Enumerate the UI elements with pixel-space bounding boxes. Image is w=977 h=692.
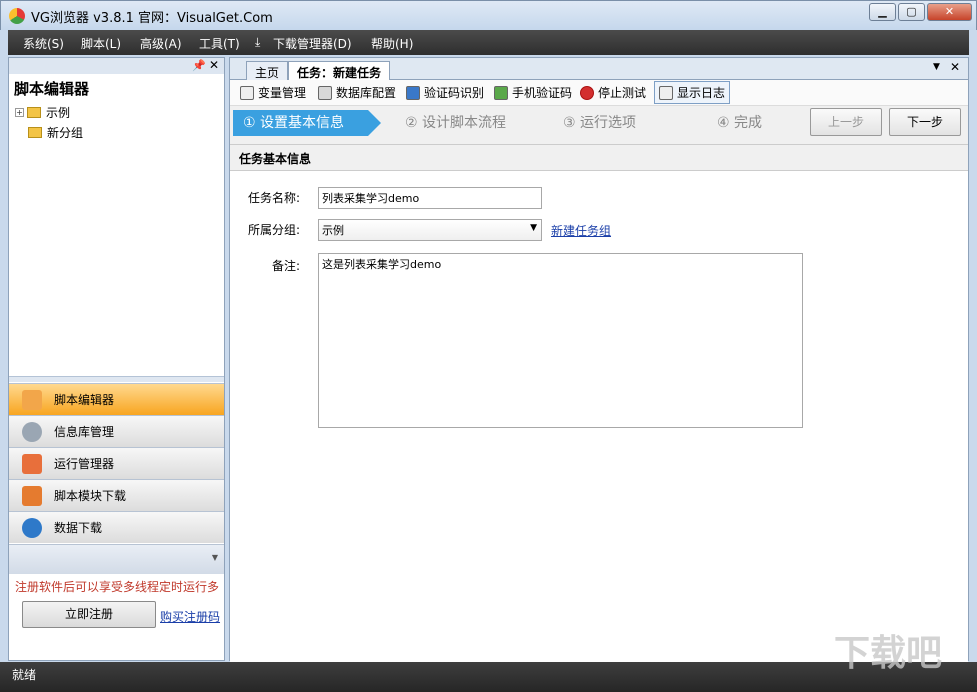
tree-item-label: 新分组 — [47, 125, 84, 140]
tab-new-task[interactable]: 任务：新建任务 — [288, 61, 391, 80]
show-log-button[interactable]: 显示日志 — [654, 81, 731, 104]
menu-bar: 系统(S) 脚本(L) 高级(A) 工具(T) ⤓ 下载管理器(D) 帮助(H) — [8, 30, 969, 55]
captcha-icon — [406, 85, 420, 100]
nav-overflow[interactable]: ▼ — [9, 544, 224, 574]
buy-code-link[interactable]: 购买注册码 — [160, 608, 220, 625]
nav-run-manager[interactable]: 运行管理器 — [9, 447, 224, 479]
database-config-icon — [318, 85, 332, 100]
tab-home[interactable]: 主页 — [246, 61, 289, 80]
task-toolbar: 变量管理 数据库配置 验证码识别 手机验证码 停止测试 显示日志 — [230, 80, 968, 106]
panel-title: 脚本编辑器 — [14, 80, 90, 98]
nav-info-db[interactable]: 信息库管理 — [9, 415, 224, 447]
expand-icon[interactable]: + — [15, 107, 24, 117]
database-icon — [22, 421, 42, 442]
toolbar-label: 数据库配置 — [336, 86, 397, 100]
chevron-down-icon: ▼ — [530, 223, 537, 233]
tab-strip: 主页 任务：新建任务 ▼ ✕ — [230, 58, 968, 80]
app-logo-icon — [9, 8, 25, 24]
status-bar: 就绪 — [0, 662, 977, 692]
title-bar: VG浏览器 v3.8.1 官网：VisualGet.Com ▁ ▢ ✕ — [0, 0, 977, 30]
calendar-icon — [22, 453, 42, 474]
close-tab-icon[interactable]: ✕ — [950, 60, 960, 74]
tree-item-new-group[interactable]: 新分组 — [15, 122, 220, 142]
panel-header: 📌 ✕ — [9, 58, 224, 74]
toolbar-label: 变量管理 — [258, 86, 307, 100]
folder-icon — [28, 126, 42, 138]
new-group-link[interactable]: 新建任务组 — [551, 222, 611, 239]
step-arrow — [368, 110, 381, 136]
nav-label: 脚本模块下载 — [54, 489, 127, 503]
menu-advanced[interactable]: 高级(A) — [140, 35, 182, 52]
close-window-button[interactable]: ✕ — [927, 3, 972, 21]
stop-test-button[interactable]: 停止测试 — [580, 84, 646, 101]
nav-label: 脚本编辑器 — [54, 393, 115, 407]
toolbar-label: 手机验证码 — [512, 86, 573, 100]
toolbar-label: 验证码识别 — [424, 86, 485, 100]
module-icon — [22, 485, 42, 506]
folder-icon — [27, 106, 41, 118]
db-config-button[interactable]: 数据库配置 — [318, 84, 396, 101]
step-run-options: ③ 运行选项 — [553, 110, 673, 136]
toolbar-label: 显示日志 — [677, 86, 726, 100]
captcha-recognize-button[interactable]: 验证码识别 — [406, 84, 484, 101]
nav-module-download[interactable]: 脚本模块下载 — [9, 479, 224, 511]
status-text: 就绪 — [12, 668, 37, 682]
step-design-flow: ② 设计脚本流程 — [395, 110, 533, 136]
group-select-value: 示例 — [322, 224, 344, 237]
nav-label: 信息库管理 — [54, 425, 115, 439]
next-step-button[interactable]: 下一步 — [889, 108, 961, 136]
main-panel: 主页 任务：新建任务 ▼ ✕ 变量管理 数据库配置 验证码识别 手机验证码 停止… — [229, 57, 969, 662]
step-finish: ④ 完成 — [707, 110, 777, 136]
script-editor-icon — [22, 389, 42, 410]
menu-system[interactable]: 系统(S) — [23, 35, 64, 52]
menu-script[interactable]: 脚本(L) — [81, 35, 121, 52]
stop-icon — [580, 85, 594, 100]
tree-item-label: 示例 — [46, 105, 71, 120]
window-title: VG浏览器 v3.8.1 官网：VisualGet.Com — [31, 11, 273, 26]
panel-splitter[interactable] — [9, 376, 224, 382]
nav-data-download[interactable]: 数据下载 — [9, 511, 224, 543]
note-textarea[interactable]: 这是列表采集学习demo — [318, 253, 803, 428]
variable-icon — [240, 85, 254, 100]
group-select[interactable]: 示例 ▼ — [318, 219, 542, 241]
group-label: 所属分组: — [248, 223, 301, 237]
step-basic-info: ① 设置基本信息 — [233, 110, 368, 136]
nav-script-editor[interactable]: 脚本编辑器 — [9, 383, 224, 415]
minimize-button[interactable]: ▁ — [869, 3, 896, 21]
phone-icon — [494, 85, 508, 100]
mobile-code-button[interactable]: 手机验证码 — [494, 84, 572, 101]
menu-download-manager[interactable]: 下载管理器(D) — [273, 35, 352, 52]
task-name-label: 任务名称: — [248, 191, 301, 205]
variable-manage-button[interactable]: 变量管理 — [240, 84, 306, 101]
download-icon — [22, 517, 42, 538]
form-header: 任务基本信息 — [230, 145, 968, 171]
tab-list-chevron-icon[interactable]: ▼ — [933, 62, 940, 72]
chevron-down-icon: ▼ — [211, 553, 218, 562]
download-arrow-icon: ⤓ — [255, 35, 261, 49]
menu-help[interactable]: 帮助(H) — [371, 35, 413, 52]
register-tip: 注册软件后可以享受多线程定时运行多 — [15, 580, 220, 594]
wizard-steps: ① 设置基本信息 ② 设计脚本流程 ③ 运行选项 ④ 完成 上一步 下一步 — [230, 106, 968, 142]
menu-tools[interactable]: 工具(T) — [199, 35, 240, 52]
nav-label: 数据下载 — [54, 521, 103, 535]
register-now-button[interactable]: 立即注册 — [22, 601, 156, 628]
close-panel-icon[interactable]: ✕ — [209, 58, 219, 72]
prev-step-button[interactable]: 上一步 — [810, 108, 882, 136]
note-label: 备注: — [272, 259, 301, 273]
tree-item-example[interactable]: + 示例 — [15, 102, 220, 122]
task-name-input[interactable]: 列表采集学习demo — [318, 187, 542, 209]
nav-label: 运行管理器 — [54, 457, 115, 471]
maximize-button[interactable]: ▢ — [898, 3, 925, 21]
log-icon — [659, 85, 673, 100]
watermark-logo: 下载吧 — [834, 633, 943, 674]
script-tree: + 示例 新分组 — [15, 102, 220, 142]
toolbar-label: 停止测试 — [598, 86, 647, 100]
task-form: 任务基本信息 任务名称: 列表采集学习demo 所属分组: 示例 ▼ 新建任务组… — [230, 144, 968, 662]
pin-icon[interactable]: 📌 — [192, 59, 206, 72]
left-panel: 📌 ✕ 脚本编辑器 + 示例 新分组 脚本编辑器 信息库管理 运行管理器 脚本模… — [8, 57, 225, 661]
